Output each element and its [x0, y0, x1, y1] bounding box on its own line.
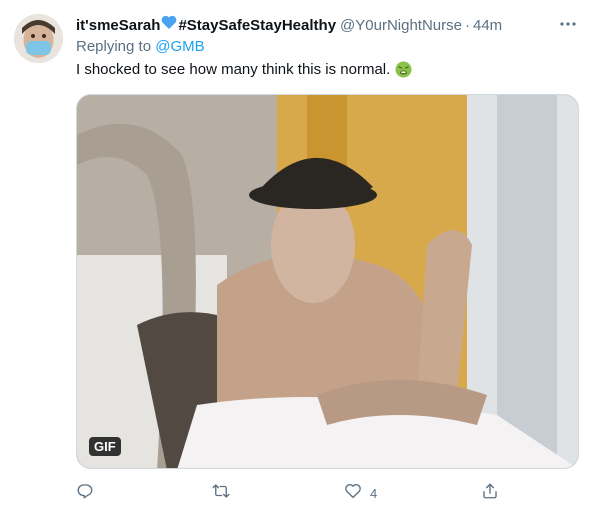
- share-icon: [481, 482, 499, 505]
- blue-heart-icon: [161, 15, 177, 35]
- avatar-image: [14, 14, 63, 63]
- like-count: 4: [370, 485, 378, 501]
- action-bar: 4: [76, 482, 506, 504]
- user-handle[interactable]: @Y0urNightNurse: [340, 17, 462, 34]
- tweet-text: I shocked to see how many think this is …: [76, 61, 391, 78]
- reply-button[interactable]: [76, 482, 102, 504]
- hashtag[interactable]: #StaySafeStayHealthy: [178, 17, 336, 34]
- nauseated-face-icon: [395, 61, 412, 78]
- replying-to-mention[interactable]: @GMB: [155, 38, 204, 55]
- gif-frame: [77, 95, 578, 468]
- tweet-text-line: I shocked to see how many think this is …: [76, 61, 412, 78]
- separator-dot: ·: [465, 16, 470, 34]
- replying-to-line: Replying to @GMB: [76, 38, 205, 55]
- tweet[interactable]: it'smeSarah #StaySafeStayHealthy @Y0urNi…: [0, 0, 592, 514]
- display-name[interactable]: it'smeSarah: [76, 17, 160, 34]
- replying-to-label: Replying to: [76, 38, 152, 55]
- timestamp[interactable]: 44m: [473, 17, 502, 34]
- more-horizontal-icon[interactable]: [558, 14, 578, 34]
- retweet-icon: [212, 482, 230, 505]
- like-icon: [344, 482, 362, 505]
- gif-badge: GIF: [89, 437, 121, 456]
- reply-icon: [76, 482, 94, 505]
- retweet-button[interactable]: [212, 482, 238, 504]
- gif-media[interactable]: GIF: [76, 94, 579, 469]
- tweet-header: it'smeSarah #StaySafeStayHealthy @Y0urNi…: [76, 14, 582, 36]
- avatar[interactable]: [14, 14, 63, 63]
- share-button[interactable]: [481, 482, 507, 504]
- like-button[interactable]: 4: [344, 482, 377, 504]
